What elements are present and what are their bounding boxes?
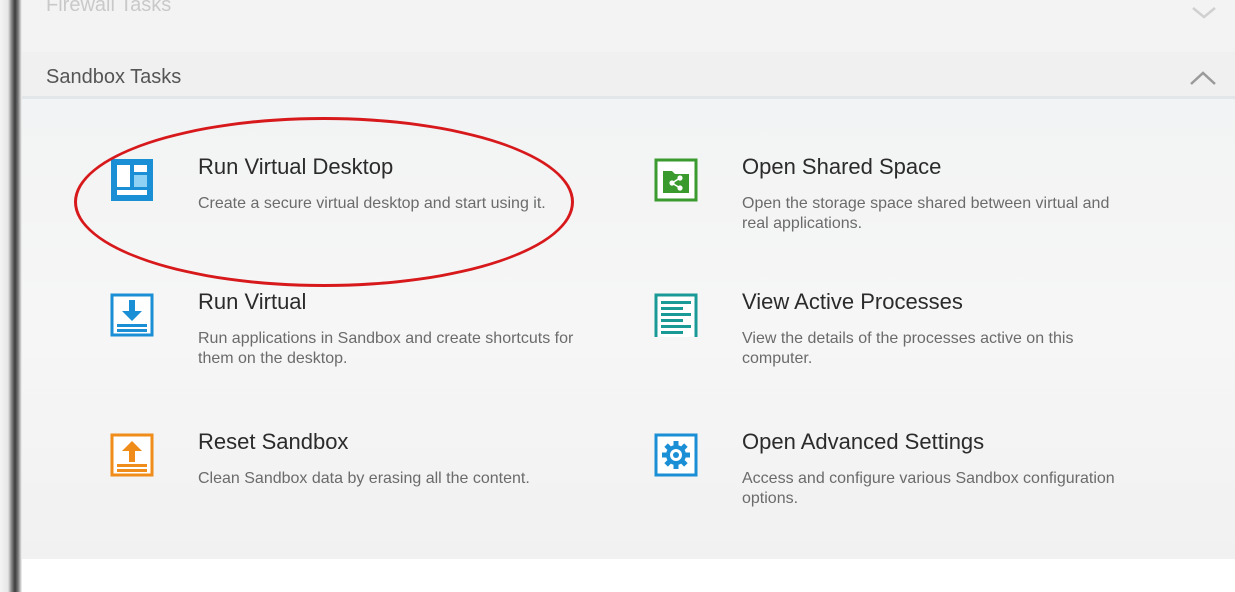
sandbox-tasks-content: Run Virtual Desktop Create a secure virt… [22,99,1235,559]
task-reset-sandbox[interactable]: Reset Sandbox Clean Sandbox data by eras… [110,429,590,519]
active-processes-icon [654,293,698,337]
chevron-up-icon[interactable] [1189,70,1217,86]
sandbox-tasks-header[interactable]: Sandbox Tasks [22,52,1235,99]
task-description: Access and configure various Sandbox con… [742,470,1115,507]
task-title: View Active Processes [742,289,963,314]
advanced-settings-icon [654,433,698,477]
task-run-virtual[interactable]: Run Virtual Run applications in Sandbox … [110,289,590,379]
task-open-shared-space[interactable]: Open Shared Space Open the storage space… [654,154,1134,244]
window-left-edge [0,0,22,592]
task-title: Run Virtual [198,289,307,314]
task-title: Reset Sandbox [198,429,349,454]
task-description: Open the storage space shared between vi… [742,195,1110,232]
reset-sandbox-icon [110,433,154,477]
task-title: Run Virtual Desktop [198,154,394,179]
panel-footer [22,559,1235,592]
task-title: Open Shared Space [742,154,942,179]
shared-space-icon [654,158,698,202]
firewall-tasks-header[interactable]: Firewall Tasks [22,0,1235,52]
task-open-advanced-settings[interactable]: Open Advanced Settings Access and config… [654,429,1134,519]
task-description: View the details of the processes active… [742,330,1074,367]
chevron-down-icon[interactable] [1191,6,1217,20]
task-description: Run applications in Sandbox and create s… [198,330,574,367]
task-description: Create a secure virtual desktop and star… [198,195,546,212]
firewall-tasks-label: Firewall Tasks [46,0,172,16]
run-virtual-icon [110,293,154,337]
task-view-active-processes[interactable]: View Active Processes View the details o… [654,289,1134,379]
virtual-desktop-icon [111,159,153,201]
task-run-virtual-desktop[interactable]: Run Virtual Desktop Create a secure virt… [110,154,590,244]
sandbox-tasks-label: Sandbox Tasks [46,66,182,88]
tasks-panel: Firewall Tasks Sandbox Tasks Run Virtual… [22,0,1235,592]
task-title: Open Advanced Settings [742,429,985,454]
task-description: Clean Sandbox data by erasing all the co… [198,470,530,487]
